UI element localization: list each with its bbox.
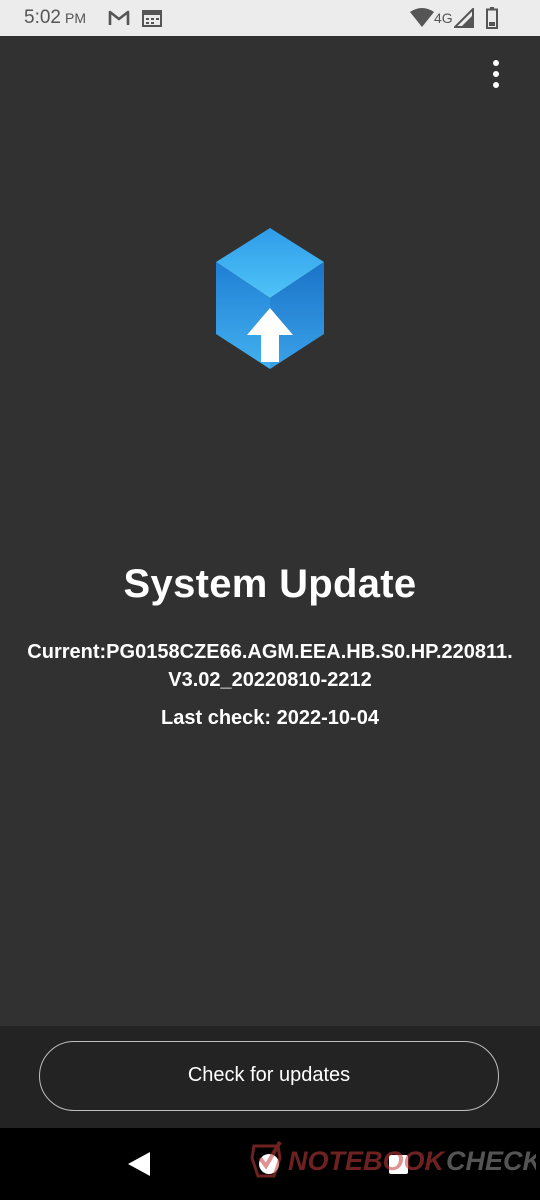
page-title: System Update xyxy=(123,562,417,606)
navigation-bar xyxy=(0,1128,540,1200)
gmail-icon xyxy=(108,10,130,25)
wifi-icon xyxy=(410,8,434,27)
status-time-value: 5:02 xyxy=(24,7,61,28)
status-bar: 5:02 PM 4G xyxy=(0,0,540,36)
current-version: Current:PG0158CZE66.AGM.EEA.HB.S0.HP.220… xyxy=(0,638,540,694)
recents-icon[interactable] xyxy=(389,1155,408,1174)
more-vertical-icon-dot xyxy=(493,82,499,88)
status-time-ampm: PM xyxy=(64,10,86,26)
more-options-button[interactable] xyxy=(482,58,510,90)
current-version-line-1: Current:PG0158CZE66.AGM.EEA.HB.S0.HP.220… xyxy=(27,641,513,663)
update-cube-icon xyxy=(216,228,324,369)
back-icon[interactable] xyxy=(128,1152,150,1176)
more-vertical-icon xyxy=(493,60,499,66)
battery-icon xyxy=(486,7,498,29)
status-time: 5:02 PM xyxy=(24,8,86,28)
signal-icon xyxy=(454,8,474,28)
network-type: 4G xyxy=(434,10,453,26)
home-icon[interactable] xyxy=(259,1154,279,1174)
bottom-action-bar: Check for updates xyxy=(0,1026,540,1128)
check-for-updates-button[interactable]: Check for updates xyxy=(39,1041,499,1111)
current-version-line-2: V3.02_20220810-2212 xyxy=(168,669,372,691)
more-vertical-icon-dot xyxy=(493,71,499,77)
system-update-screen: System Update Current:PG0158CZE66.AGM.EE… xyxy=(0,36,540,1026)
last-check-date: Last check: 2022-10-04 xyxy=(161,707,379,729)
calendar-icon xyxy=(142,10,162,27)
